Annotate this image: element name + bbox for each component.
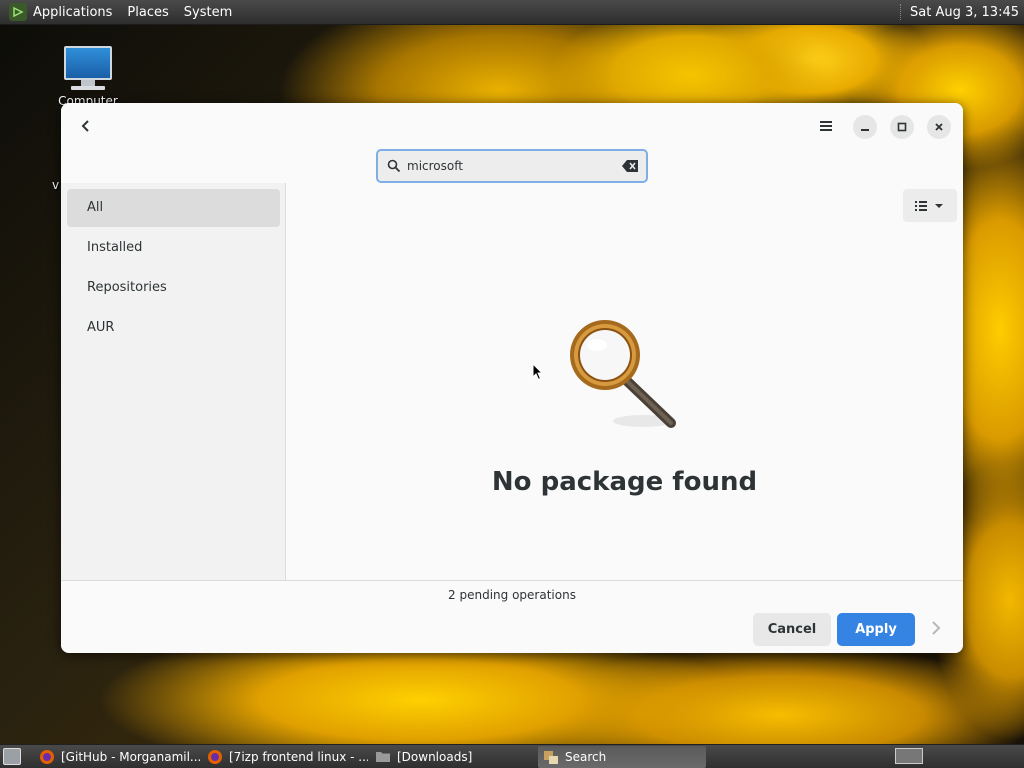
menu-places[interactable]: Places — [127, 5, 168, 20]
sidebar: All Installed Repositories AUR — [61, 183, 286, 580]
mouse-cursor-icon — [532, 363, 544, 381]
view-mode-button[interactable] — [903, 189, 957, 222]
bottom-taskbar: [GitHub - Morganamil... [7izp frontend l… — [0, 744, 1024, 768]
menu-button[interactable] — [817, 117, 835, 135]
sidebar-item-installed[interactable]: Installed — [67, 229, 280, 267]
back-button[interactable] — [75, 115, 97, 137]
backspace-icon — [622, 160, 638, 172]
taskbar-item-label: [Downloads] — [397, 750, 473, 764]
taskbar-item[interactable]: [Downloads] — [370, 746, 536, 768]
desktop-icon-label-partial: v — [52, 178, 60, 192]
maximize-button[interactable] — [890, 115, 914, 139]
taskbar-item-label: Search — [565, 750, 607, 764]
clock[interactable]: Sat Aug 3, 13:45 — [910, 5, 1019, 20]
package-search-icon — [544, 751, 558, 764]
panel-separator — [900, 4, 902, 20]
taskbar-item[interactable]: [7izp frontend linux - ... — [202, 746, 368, 768]
firefox-icon — [208, 750, 222, 764]
sidebar-item-all[interactable]: All — [67, 189, 280, 227]
hamburger-menu-icon — [820, 121, 832, 131]
back-arrow-icon — [81, 120, 89, 132]
minimize-icon — [861, 129, 869, 131]
computer-icon — [64, 46, 112, 80]
close-button[interactable] — [927, 115, 951, 139]
magnifier-icon — [570, 320, 676, 428]
desktop-icon-computer[interactable]: Computer — [58, 46, 118, 108]
firefox-icon — [40, 750, 54, 764]
apply-button[interactable]: Apply — [837, 613, 915, 646]
list-view-icon — [915, 200, 943, 211]
menu-system[interactable]: System — [184, 5, 232, 20]
next-arrow-icon[interactable] — [931, 621, 941, 635]
top-panel: Applications Places System Sat Aug 3, 13… — [0, 0, 1024, 25]
distro-logo-icon[interactable] — [9, 3, 27, 21]
taskbar-item-label: [GitHub - Morganamil... — [61, 750, 200, 764]
empty-state-title: No package found — [491, 467, 758, 497]
search-input[interactable] — [407, 159, 622, 173]
workspace-switcher[interactable] — [895, 748, 923, 764]
cancel-button[interactable]: Cancel — [753, 613, 831, 646]
content-area: No package found — [286, 183, 963, 580]
maximize-icon — [897, 122, 907, 132]
software-manager-window: All Installed Repositories AUR No — [61, 103, 963, 653]
minimize-button[interactable] — [853, 115, 877, 139]
folder-icon — [376, 752, 390, 762]
search-field[interactable] — [376, 149, 648, 183]
show-desktop-button[interactable] — [3, 748, 21, 765]
menu-applications[interactable]: Applications — [33, 5, 112, 20]
taskbar-item[interactable]: [GitHub - Morganamil... — [34, 746, 200, 768]
footer: 2 pending operations Cancel Apply — [61, 580, 963, 653]
header-bar — [61, 103, 963, 183]
search-icon — [387, 159, 401, 173]
clear-search-button[interactable] — [622, 160, 638, 172]
sidebar-item-aur[interactable]: AUR — [67, 309, 280, 347]
sidebar-item-repositories[interactable]: Repositories — [67, 269, 280, 307]
close-icon — [935, 123, 943, 131]
pending-operations-label: 2 pending operations — [448, 588, 576, 602]
taskbar-item[interactable]: Search — [538, 746, 706, 768]
taskbar-item-label: [7izp frontend linux - ... — [229, 750, 368, 764]
